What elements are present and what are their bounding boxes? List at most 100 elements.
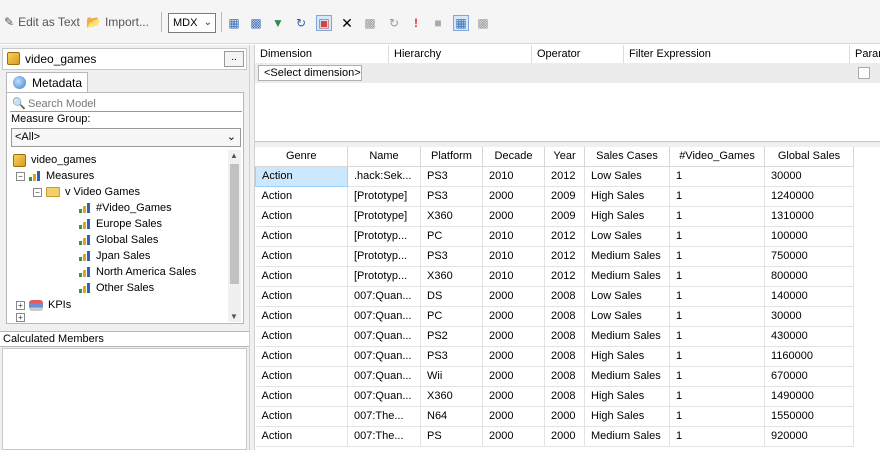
table-cell[interactable]: 750000 xyxy=(764,246,854,267)
tree-item-measure[interactable]: Europe Sales xyxy=(79,216,162,232)
table-cell[interactable]: 1 xyxy=(669,326,765,347)
table-row[interactable]: Action 007:Quan... PC 2000 2008 Low Sales 1 300… xyxy=(255,306,854,327)
table-cell[interactable]: 30000 xyxy=(764,166,854,187)
show-empty-cells-icon[interactable]: ▩ xyxy=(248,15,264,31)
calculated-members-list[interactable] xyxy=(2,348,247,450)
table-cell[interactable]: PS3 xyxy=(420,166,483,187)
table-cell[interactable]: 2000 xyxy=(482,426,545,447)
cancel-query-icon[interactable]: ▩ xyxy=(362,15,378,31)
tree-item-kpis[interactable]: + KPIs xyxy=(16,297,71,313)
table-cell[interactable]: [Prototype] xyxy=(347,206,421,227)
table-cell[interactable]: PS xyxy=(420,426,483,447)
tree-item-measure[interactable]: Other Sales xyxy=(79,280,154,296)
table-cell[interactable]: 1 xyxy=(669,426,765,447)
table-cell[interactable]: Action xyxy=(255,366,348,387)
query-parameters-icon[interactable]: ▦ xyxy=(453,15,469,31)
column-header[interactable]: Global Sales xyxy=(764,147,854,167)
table-cell[interactable]: 2009 xyxy=(544,206,585,227)
table-cell[interactable]: Action xyxy=(255,326,348,347)
table-cell[interactable]: 2000 xyxy=(482,186,545,207)
table-cell[interactable]: Wii xyxy=(420,366,483,387)
table-cell[interactable]: [Prototyp... xyxy=(347,266,421,287)
search-input[interactable]: 🔍 Search Model xyxy=(10,96,242,112)
table-cell[interactable]: 920000 xyxy=(764,426,854,447)
execute-icon[interactable]: ↻ xyxy=(386,15,402,31)
table-cell[interactable]: 007:The... xyxy=(347,406,421,427)
table-cell[interactable]: 1 xyxy=(669,406,765,427)
table-cell[interactable]: 1 xyxy=(669,286,765,307)
table-cell[interactable]: 670000 xyxy=(764,366,854,387)
table-cell[interactable]: [Prototyp... xyxy=(347,226,421,247)
add-calculated-member-icon[interactable]: ▦ xyxy=(226,15,242,31)
tab-metadata[interactable]: Metadata xyxy=(6,72,88,92)
table-cell[interactable]: 1550000 xyxy=(764,406,854,427)
table-cell[interactable]: 1 xyxy=(669,386,765,407)
expand-icon[interactable]: + xyxy=(16,300,25,310)
table-cell[interactable]: PC xyxy=(420,306,483,327)
table-cell[interactable]: 2010 xyxy=(482,166,545,187)
table-cell[interactable]: 1310000 xyxy=(764,206,854,227)
table-cell[interactable]: Action xyxy=(255,286,348,307)
table-row[interactable]: Action 007:The... N64 2000 2000 High Sales 1 15… xyxy=(255,406,854,427)
table-cell[interactable]: 1 xyxy=(669,266,765,287)
table-cell[interactable]: Action xyxy=(255,426,348,447)
stop-icon[interactable]: ! xyxy=(408,15,424,31)
table-cell[interactable]: 2000 xyxy=(482,326,545,347)
table-cell[interactable]: Action xyxy=(255,206,348,227)
auto-execute-icon[interactable]: ▼ xyxy=(270,15,286,31)
refresh-icon[interactable]: ↻ xyxy=(293,15,309,31)
table-cell[interactable]: DS xyxy=(420,286,483,307)
table-cell[interactable]: 1 xyxy=(669,366,765,387)
table-cell[interactable]: 2010 xyxy=(482,226,545,247)
table-cell[interactable]: PS3 xyxy=(420,186,483,207)
table-cell[interactable]: 2000 xyxy=(482,206,545,227)
column-header[interactable]: Sales Cases xyxy=(584,147,670,167)
table-cell[interactable]: Low Sales xyxy=(584,286,670,307)
table-cell[interactable]: 1 xyxy=(669,246,765,267)
measure-group-select[interactable]: <All> ⌄ xyxy=(11,128,241,147)
table-cell[interactable]: 1 xyxy=(669,166,765,187)
column-header[interactable]: #Video_Games xyxy=(669,147,765,167)
table-cell[interactable]: [Prototype] xyxy=(347,186,421,207)
table-cell[interactable]: 007:The... xyxy=(347,426,421,447)
table-cell[interactable]: 2008 xyxy=(544,286,585,307)
table-cell[interactable]: Medium Sales xyxy=(584,246,670,267)
table-row[interactable]: Action [Prototype] PS3 2000 2009 High Sales 1 1… xyxy=(255,186,854,207)
select-dimension-cell[interactable]: <Select dimension> xyxy=(258,65,362,81)
delete-icon[interactable]: ✕ xyxy=(339,15,355,31)
cube-selector[interactable]: video_games .. xyxy=(2,48,247,70)
collapse-icon[interactable]: − xyxy=(16,171,25,181)
table-cell[interactable]: 2010 xyxy=(482,246,545,267)
table-cell[interactable]: 2010 xyxy=(482,266,545,287)
table-cell[interactable]: Low Sales xyxy=(584,226,670,247)
column-header[interactable]: Platform xyxy=(420,147,483,167)
scroll-up-icon[interactable]: ▲ xyxy=(230,151,238,160)
table-cell[interactable]: PS2 xyxy=(420,326,483,347)
table-cell[interactable]: .hack:Sek... xyxy=(347,166,421,187)
table-cell[interactable]: 1160000 xyxy=(764,346,854,367)
table-cell[interactable]: N64 xyxy=(420,406,483,427)
table-cell[interactable]: 2000 xyxy=(482,366,545,387)
table-cell[interactable]: 1 xyxy=(669,226,765,247)
table-cell[interactable]: High Sales xyxy=(584,206,670,227)
expand-icon[interactable]: + xyxy=(16,313,25,322)
table-cell[interactable]: Medium Sales xyxy=(584,266,670,287)
scrollbar-thumb[interactable] xyxy=(230,164,239,284)
table-cell[interactable]: 2008 xyxy=(544,366,585,387)
table-cell[interactable]: PS3 xyxy=(420,246,483,267)
table-cell[interactable]: Medium Sales xyxy=(584,366,670,387)
table-row[interactable]: Action .hack:Sek... PS3 2010 2012 Low Sales 1 3… xyxy=(255,165,854,187)
table-row[interactable]: Action 007:The... PS 2000 2000 Medium Sales 1 9… xyxy=(255,426,854,447)
import-button[interactable]: 📂 Import... xyxy=(86,12,149,32)
table-row[interactable]: Action [Prototyp... PC 2010 2012 Low Sales 1 10… xyxy=(255,226,854,247)
table-cell[interactable]: 1 xyxy=(669,186,765,207)
table-cell[interactable]: Action xyxy=(255,406,348,427)
tree-item-measure[interactable]: Jpan Sales xyxy=(79,248,150,264)
table-cell[interactable]: Action xyxy=(255,266,348,287)
table-cell[interactable]: Low Sales xyxy=(584,166,670,187)
table-cell[interactable]: 007:Quan... xyxy=(347,386,421,407)
table-cell[interactable]: 100000 xyxy=(764,226,854,247)
tree-item-measures[interactable]: − Measures xyxy=(16,168,94,184)
table-cell[interactable]: Action xyxy=(255,226,348,247)
tree-item-folder[interactable]: − v Video Games xyxy=(33,184,140,200)
